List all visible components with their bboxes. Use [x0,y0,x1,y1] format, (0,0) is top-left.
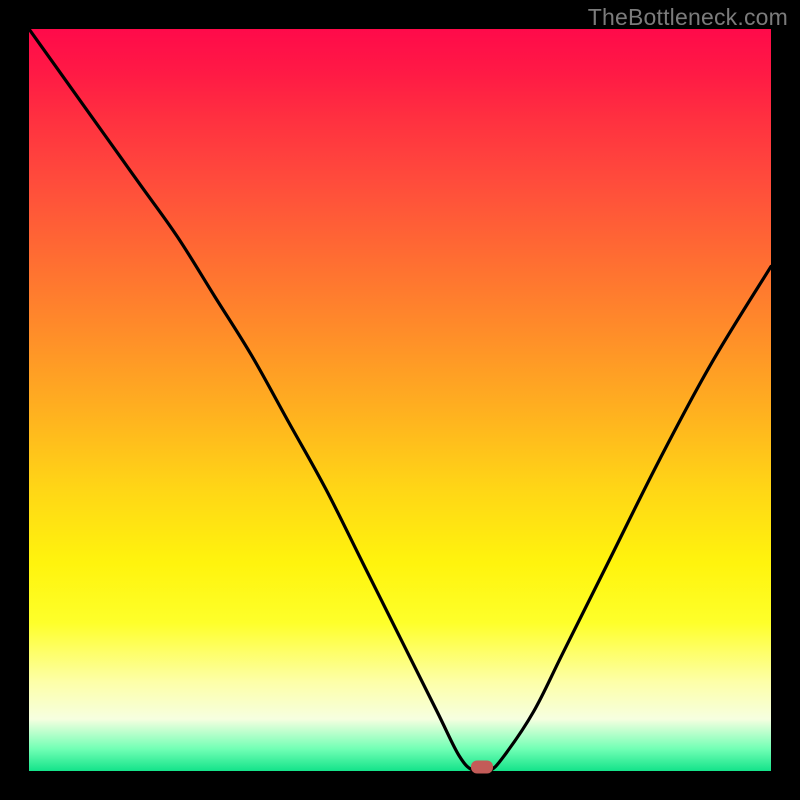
watermark-text: TheBottleneck.com [588,4,788,31]
bottleneck-chart [29,29,771,771]
optimal-point-marker [471,761,493,774]
bottleneck-curve [29,29,771,771]
